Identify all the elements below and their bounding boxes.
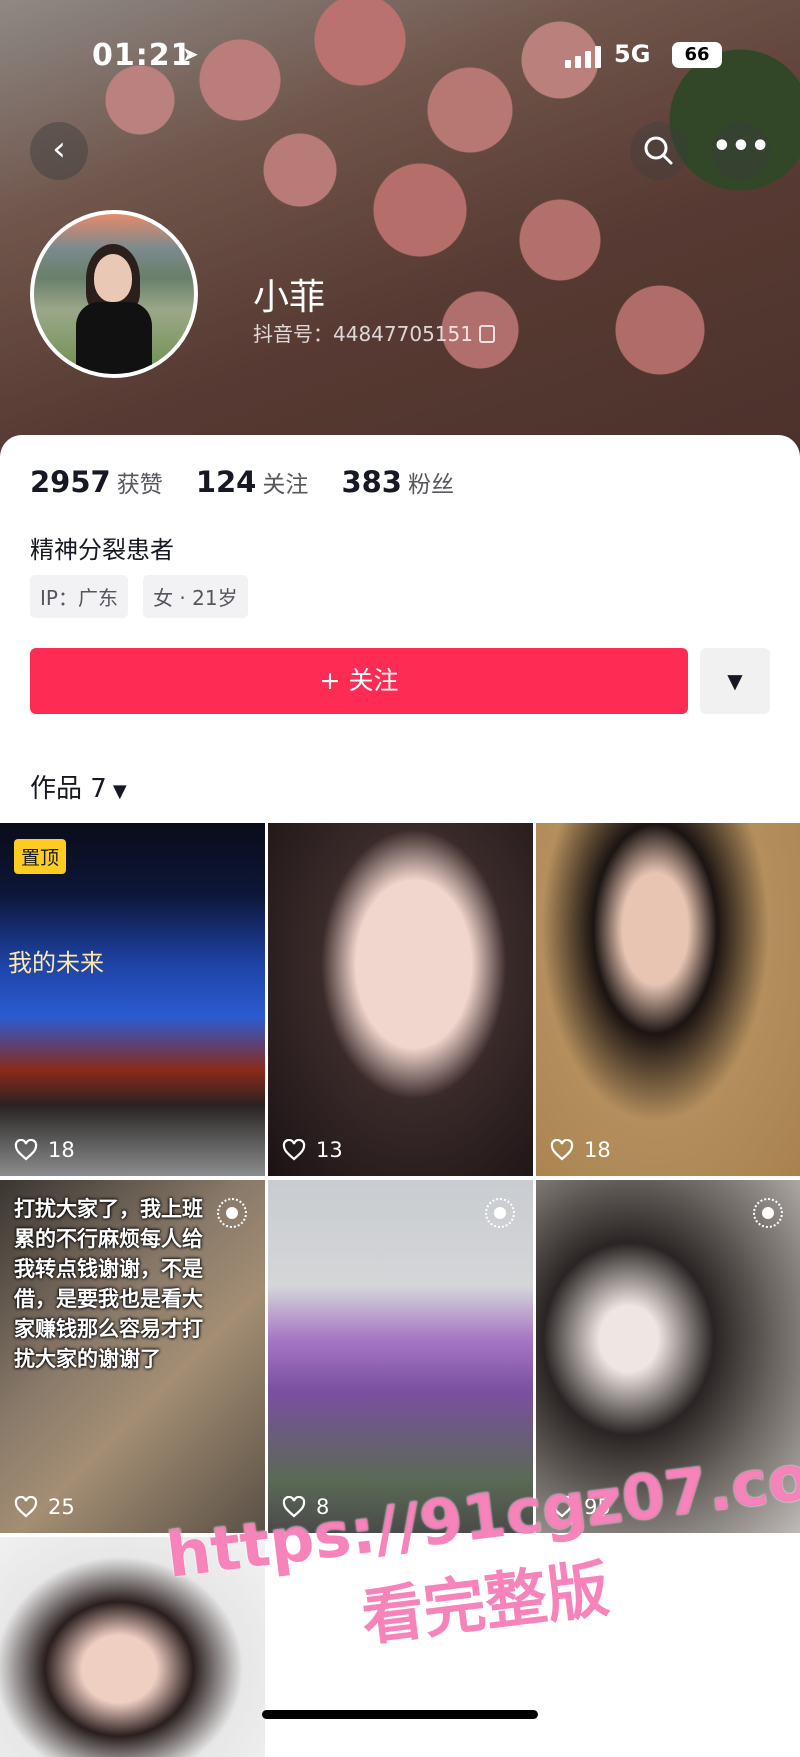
works-tab-label: 作品 7 bbox=[30, 774, 107, 804]
like-count: 18 bbox=[14, 1138, 75, 1162]
profile-douyin-id[interactable]: 抖音号：44847705151 bbox=[253, 318, 495, 347]
video-tile[interactable]: 13 bbox=[268, 823, 533, 1176]
caret-down-icon: ▼ bbox=[112, 781, 127, 802]
heart-icon bbox=[14, 1139, 38, 1161]
video-tile[interactable]: 18 bbox=[536, 823, 800, 1176]
stat-label: 关注 bbox=[262, 472, 309, 498]
search-button[interactable] bbox=[630, 122, 688, 180]
live-photo-icon bbox=[485, 1198, 515, 1228]
like-count: 13 bbox=[282, 1138, 343, 1162]
more-options-button[interactable]: ••• bbox=[712, 122, 770, 180]
status-bar: 01:21 ➤ 5G 66 bbox=[0, 30, 800, 80]
video-screen-text: 我的未来 bbox=[8, 949, 104, 977]
heart-icon bbox=[14, 1496, 38, 1518]
stat-followers[interactable]: 383 粉丝 bbox=[341, 465, 454, 499]
status-time: 01:21 bbox=[92, 38, 193, 73]
stat-label: 获赞 bbox=[116, 472, 163, 498]
like-count-value: 18 bbox=[584, 1138, 611, 1162]
video-caption: 打扰大家了，我上班累的不行麻烦每人给我转点钱谢谢，不是借，是要我也是看大家赚钱那… bbox=[14, 1197, 203, 1371]
like-count: 18 bbox=[550, 1138, 611, 1162]
recommend-dropdown-button[interactable]: ▼ bbox=[700, 648, 770, 714]
signal-icon bbox=[565, 46, 605, 68]
like-count-value: 13 bbox=[316, 1138, 343, 1162]
heart-icon bbox=[550, 1139, 574, 1161]
douyin-id-text: 抖音号：44847705151 bbox=[253, 322, 473, 346]
stat-value: 2957 bbox=[30, 465, 111, 499]
copy-icon[interactable] bbox=[478, 325, 495, 343]
like-count: 25 bbox=[14, 1495, 75, 1519]
profile-bio: 精神分裂患者 bbox=[30, 536, 174, 564]
like-count-value: 18 bbox=[48, 1138, 75, 1162]
profile-stats: 2957 获赞 124 关注 383 粉丝 bbox=[30, 465, 482, 505]
location-arrow-icon: ➤ bbox=[182, 42, 199, 66]
stat-value: 124 bbox=[195, 465, 257, 499]
stat-label: 粉丝 bbox=[408, 472, 454, 498]
avatar[interactable] bbox=[30, 210, 198, 378]
works-tab[interactable]: 作品 7 ▼ bbox=[30, 768, 127, 805]
profile-tags: IP：广东 女 · 21岁 bbox=[30, 575, 258, 618]
stat-likes[interactable]: 2957 获赞 bbox=[30, 465, 163, 499]
chevron-left-icon: ‹ bbox=[52, 129, 66, 169]
heart-icon bbox=[282, 1139, 306, 1161]
stat-value: 383 bbox=[341, 465, 402, 499]
live-photo-icon bbox=[217, 1198, 247, 1228]
follow-button[interactable]: + 关注 bbox=[30, 648, 688, 714]
home-indicator[interactable] bbox=[262, 1710, 538, 1719]
video-tile[interactable]: 打扰大家了，我上班累的不行麻烦每人给我转点钱谢谢，不是借，是要我也是看大家赚钱那… bbox=[0, 1180, 265, 1533]
network-type: 5G bbox=[614, 40, 651, 68]
like-count-value: 25 bbox=[48, 1495, 75, 1519]
gender-age-tag: 女 · 21岁 bbox=[143, 575, 248, 618]
pinned-badge: 置顶 bbox=[14, 839, 67, 874]
caret-down-icon: ▼ bbox=[727, 669, 743, 693]
search-icon bbox=[644, 136, 673, 165]
profile-nickname: 小菲 bbox=[253, 277, 326, 318]
back-button[interactable]: ‹ bbox=[30, 122, 88, 180]
ip-tag: IP：广东 bbox=[30, 575, 128, 618]
live-photo-icon bbox=[753, 1198, 783, 1228]
battery-icon: 66 bbox=[672, 42, 722, 68]
ellipsis-icon: ••• bbox=[712, 129, 770, 164]
stat-following[interactable]: 124 关注 bbox=[196, 465, 309, 499]
video-tile[interactable]: 置顶 我的未来 18 bbox=[0, 823, 265, 1176]
